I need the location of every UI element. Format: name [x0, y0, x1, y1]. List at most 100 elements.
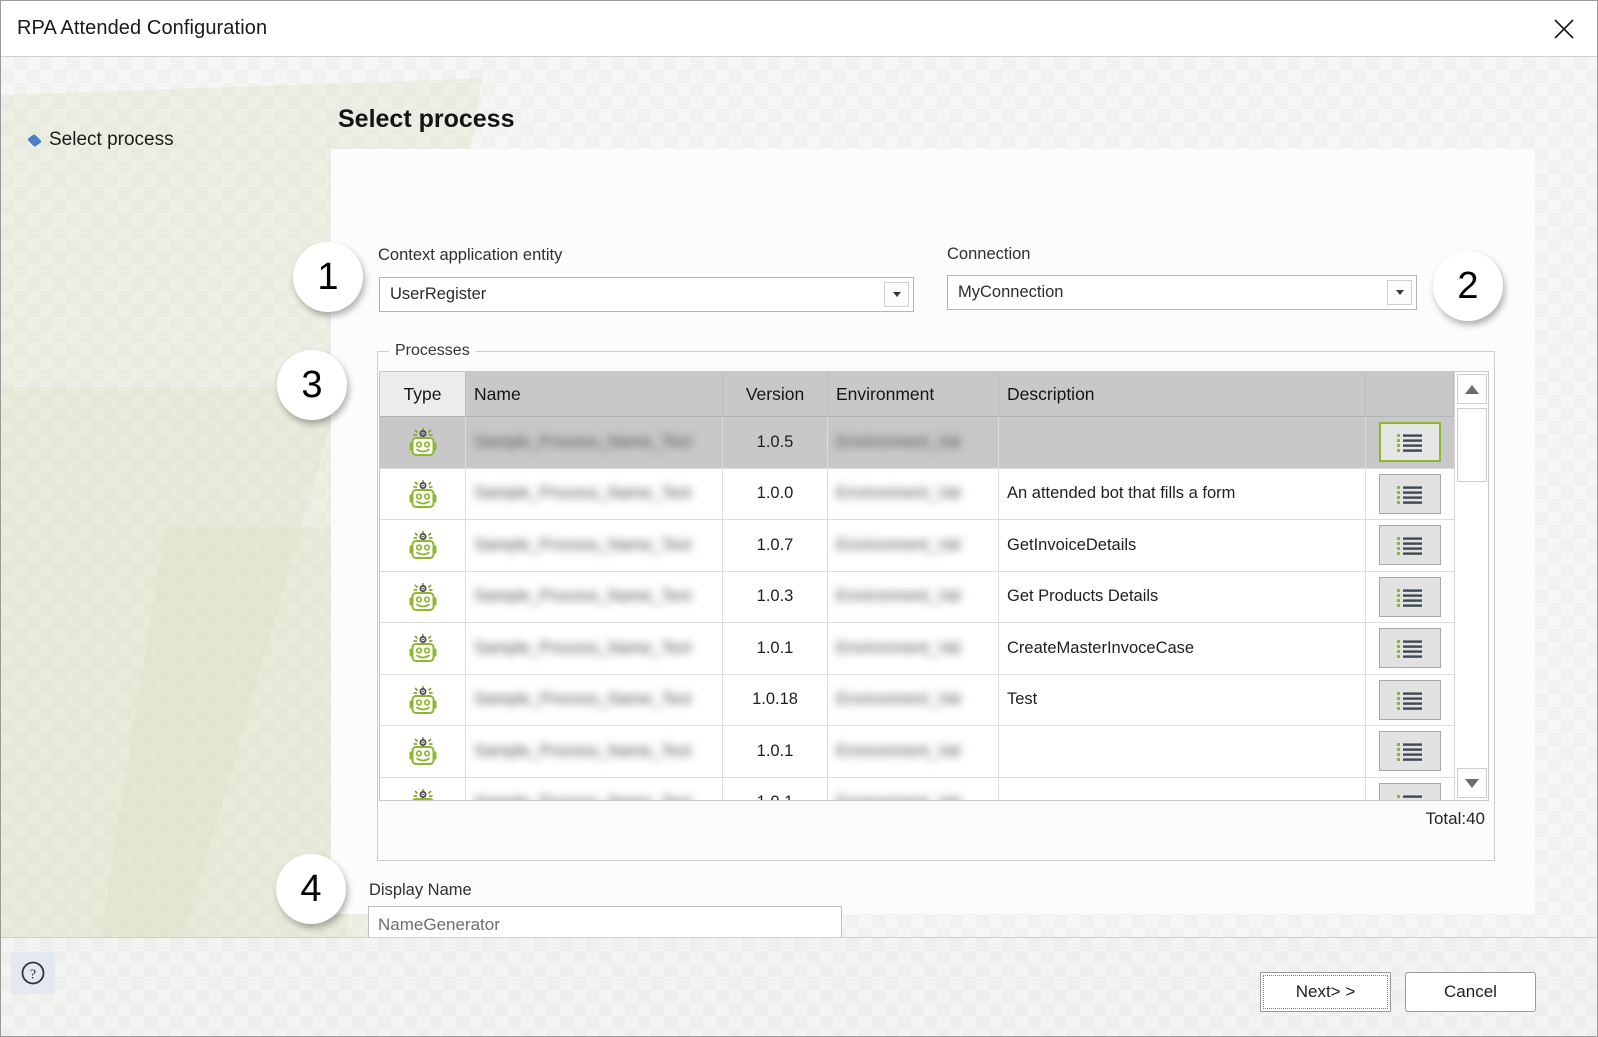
callout-badge-3: 3 [277, 350, 347, 420]
cell-name: Sample_Process_Name_Text [466, 520, 723, 571]
rpa-attended-configuration-dialog: RPA Attended Configuration Select proces… [0, 0, 1598, 1037]
list-menu-icon[interactable] [1379, 422, 1441, 463]
cell-environment: Environment_Val [828, 674, 999, 725]
arrow-down-icon[interactable] [1457, 768, 1487, 798]
cell-name: Sample_Process_Name_Text [466, 726, 723, 777]
column-header-name[interactable]: Name [466, 372, 723, 416]
display-name-input[interactable]: NameGenerator [368, 906, 842, 937]
robot-icon [380, 777, 466, 800]
title-bar: RPA Attended Configuration [1, 1, 1597, 57]
dialog-footer: ? Next> > Cancel [1, 937, 1597, 1036]
display-name-label: Display Name [369, 881, 472, 899]
cell-description: CreateMasterInvoceCase [999, 623, 1366, 674]
help-circle-icon[interactable]: ? [11, 952, 55, 994]
page-title: Select process [338, 105, 515, 133]
cell-name: Sample_Process_Name_Text [466, 777, 723, 800]
table-row[interactable]: Sample_Process_Name_Text 1.0.3 Environment… [380, 571, 1454, 623]
close-icon[interactable] [1541, 7, 1587, 51]
cell-actions [1366, 778, 1454, 800]
table-row[interactable]: Sample_Process_Name_Text1.0.1Environment… [380, 726, 1454, 778]
list-menu-icon[interactable] [1379, 628, 1441, 669]
cell-actions [1366, 417, 1454, 468]
list-menu-icon[interactable] [1379, 782, 1441, 800]
arrow-up-icon[interactable] [1457, 374, 1487, 404]
svg-text:?: ? [30, 968, 36, 983]
cell-actions [1366, 572, 1454, 623]
connection-combobox[interactable]: MyConnection [947, 275, 1417, 310]
processes-table: Type Name Version Environment Descriptio… [379, 371, 1489, 801]
chevron-down-icon[interactable] [884, 282, 909, 307]
column-header-environment[interactable]: Environment [828, 372, 999, 416]
cell-actions [1366, 469, 1454, 520]
cell-environment: Environment_Val [828, 571, 999, 622]
robot-icon [380, 726, 466, 777]
diamond-bullet-icon [26, 133, 43, 148]
cell-description: Get Products Details [999, 571, 1366, 622]
column-header-version[interactable]: Version [723, 372, 828, 416]
window-title: RPA Attended Configuration [17, 17, 268, 39]
robot-icon [380, 417, 466, 468]
cell-environment: Environment_Val [828, 417, 999, 468]
cell-version: 1.0.1 [723, 623, 828, 674]
cell-version: 1.0.0 [723, 468, 828, 519]
cell-version: 1.0.7 [723, 520, 828, 571]
cell-environment: Environment_Val [828, 468, 999, 519]
cell-version: 1.0.1 [723, 777, 828, 800]
cell-version: 1.0.5 [723, 417, 828, 468]
select-process-panel: Context application entity UserRegister … [331, 149, 1535, 937]
robot-icon [380, 623, 466, 674]
cell-actions [1366, 623, 1454, 674]
cancel-button[interactable]: Cancel [1405, 972, 1536, 1012]
connection-value: MyConnection [958, 283, 1064, 301]
dialog-body: Select process Select process Context ap… [1, 57, 1597, 937]
cell-actions [1366, 675, 1454, 726]
column-header-type[interactable]: Type [380, 372, 466, 416]
cell-name: Sample_Process_Name_Text [466, 674, 723, 725]
cell-environment: Environment_Val [828, 726, 999, 777]
list-menu-icon[interactable] [1379, 731, 1441, 772]
table-row[interactable]: Sample_Process_Name_Text1.0.1Environment… [380, 777, 1454, 800]
list-menu-icon[interactable] [1379, 679, 1441, 720]
list-menu-icon[interactable] [1379, 576, 1441, 617]
robot-icon [380, 571, 466, 622]
cell-name: Sample_Process_Name_Text [466, 468, 723, 519]
column-header-description[interactable]: Description [999, 372, 1366, 416]
cell-description: Test [999, 674, 1366, 725]
table-row[interactable]: Sample_Process_Name_Text 1.0.0 Environment… [380, 468, 1454, 520]
processes-legend: Processes [389, 342, 476, 360]
table-row[interactable]: Sample_Process_Name_Text 1.0.5 Environment… [380, 417, 1454, 469]
chevron-down-icon[interactable] [1387, 280, 1412, 305]
context-entity-combobox[interactable]: UserRegister [379, 277, 914, 312]
cell-description [999, 726, 1366, 777]
table-header-row: Type Name Version Environment Descriptio… [380, 372, 1454, 417]
callout-badge-4: 4 [276, 854, 346, 924]
list-menu-icon[interactable] [1379, 473, 1441, 514]
table-row[interactable]: Sample_Process_Name_Text 1.0.18 Environmen… [380, 674, 1454, 726]
scrollbar-thumb[interactable] [1457, 408, 1487, 482]
cell-description [999, 417, 1366, 468]
cell-environment: Environment_Val [828, 520, 999, 571]
context-entity-value: UserRegister [390, 285, 487, 303]
callout-badge-1: 1 [293, 242, 363, 312]
robot-icon [380, 520, 466, 571]
connection-label: Connection [947, 245, 1031, 263]
cell-environment: Environment_Val [828, 623, 999, 674]
callout-badge-2: 2 [1433, 251, 1503, 321]
list-menu-icon[interactable] [1379, 525, 1441, 566]
next-button[interactable]: Next> > [1260, 972, 1391, 1012]
sidebar-item-select-process[interactable]: Select process [26, 129, 174, 151]
cell-version: 1.0.18 [723, 674, 828, 725]
cell-name: Sample_Process_Name_Text [466, 623, 723, 674]
cell-actions [1366, 520, 1454, 571]
robot-icon [380, 674, 466, 725]
table-rows-container: Sample_Process_Name_Text 1.0.5 Environment… [380, 417, 1454, 800]
table-row[interactable]: Sample_Process_Name_Text 1.0.7 Environment… [380, 520, 1454, 572]
cell-version: 1.0.1 [723, 726, 828, 777]
vertical-scrollbar[interactable] [1454, 372, 1488, 800]
table-row[interactable]: Sample_Process_Name_Text1.0.1Environment… [380, 623, 1454, 675]
cell-description: GetInvoiceDetails [999, 520, 1366, 571]
cell-description: An attended bot that fills a form [999, 468, 1366, 519]
cell-name: Sample_Process_Name_Text [466, 417, 723, 468]
cell-environment: Environment_Val [828, 777, 999, 800]
cell-actions [1366, 726, 1454, 777]
